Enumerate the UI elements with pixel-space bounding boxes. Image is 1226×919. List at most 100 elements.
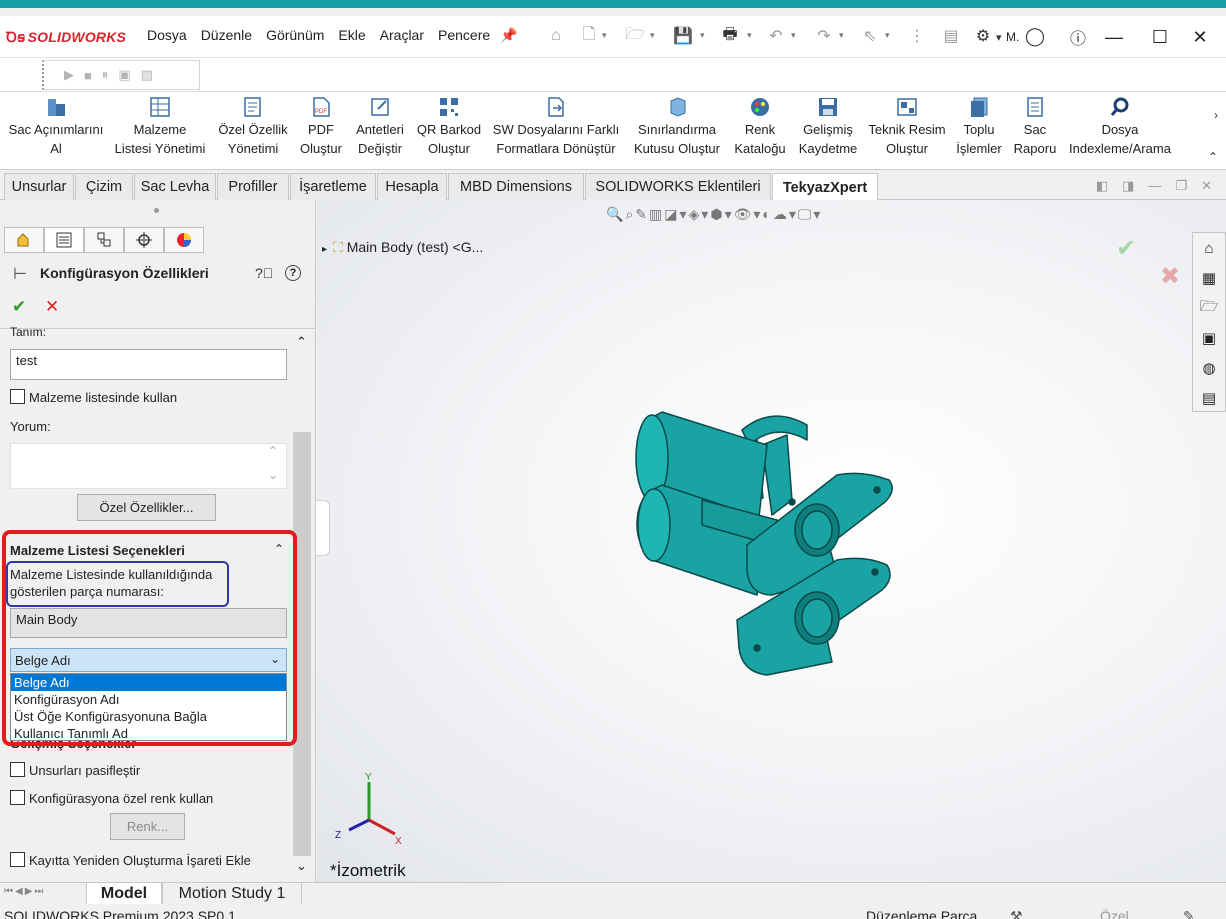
cmd-toplu-islemler[interactable]: Toplu İşlemler <box>952 92 1006 168</box>
file-properties-icon[interactable]: ▤ <box>940 25 962 47</box>
dimxpert-tab-icon[interactable] <box>124 227 164 253</box>
cmd-pdf-olustur[interactable]: PDF PDF Oluştur <box>296 92 346 168</box>
panel-grip[interactable] <box>154 208 159 213</box>
expand-arrow-icon[interactable]: ▸ <box>322 244 327 255</box>
restore-doc-icon[interactable]: ❐ <box>1175 178 1187 194</box>
design-library-icon[interactable]: ▦ <box>1193 263 1225 293</box>
stop-icon[interactable]: ■ <box>84 68 92 83</box>
tab-cizim[interactable]: Çizim <box>75 173 133 200</box>
tab-solidworks-eklentileri[interactable]: SOLIDWORKS Eklentileri <box>585 173 771 200</box>
tab-unsurlar[interactable]: Unsurlar <box>4 173 74 200</box>
chevron-up-icon[interactable]: ⌃ <box>268 444 278 458</box>
print-icon[interactable]: 🖶 <box>719 25 741 47</box>
view-settings-icon[interactable]: 🖵 <box>798 206 812 223</box>
tab-model[interactable]: Model <box>86 883 162 905</box>
display-style-icon[interactable]: ⬢ <box>710 206 722 223</box>
chevron-right-icon[interactable]: › <box>1214 108 1218 122</box>
configurationmanager-tab-icon[interactable] <box>84 227 124 253</box>
undo-icon[interactable]: ↶ <box>765 25 787 47</box>
appearance-icon[interactable]: ◐ <box>762 206 770 223</box>
chevron-down-icon[interactable]: ▾ <box>747 30 752 41</box>
previous-view-icon[interactable]: ✎ <box>635 206 647 223</box>
save-icon[interactable]: 💾 <box>672 25 694 47</box>
scene-icon[interactable]: ☁ <box>773 206 787 223</box>
tab-motion-study-1[interactable]: Motion Study 1 <box>162 883 302 905</box>
cmd-sac-acinimlari[interactable]: Sac Açınımlarını Al <box>4 92 108 168</box>
cmd-ozel-ozellik[interactable]: Özel Özellik Yönetimi <box>212 92 294 168</box>
status-rebuild-icon[interactable]: ⚒ <box>1010 908 1023 919</box>
home-icon[interactable]: ⌂ <box>545 25 567 47</box>
solidworks-logo[interactable]: Ꝺꞩ SOLIDWORKS <box>6 28 126 47</box>
flyout-featuremanager[interactable]: ▸ ⛶ Main Body (test) <G... <box>322 239 483 256</box>
confirm-check-icon[interactable]: ✔ <box>1116 234 1136 263</box>
tree-item-main-body[interactable]: Main Body (test) <G... <box>347 239 484 255</box>
cmd-malzeme-listesi[interactable]: Malzeme Listesi Yönetimi <box>110 92 210 168</box>
dynamic-annotation-icon[interactable]: ◪ <box>664 206 677 223</box>
display-manager-tab-icon[interactable] <box>164 227 204 253</box>
config-color-checkbox[interactable] <box>10 790 25 805</box>
help-icon[interactable]: ? <box>285 265 301 281</box>
chevron-down-icon[interactable]: ▾ <box>813 206 820 223</box>
menu-dosya[interactable]: Dosya <box>140 27 194 43</box>
new-document-icon[interactable]: 🗋 <box>578 25 600 47</box>
suppress-features-checkbox[interactable] <box>10 762 25 777</box>
cmd-antetleri-degistir[interactable]: Antetleri Değiştir <box>350 92 410 168</box>
menu-araclar[interactable]: Araçlar <box>373 27 431 43</box>
select-arrow-icon[interactable]: ⇖ <box>859 25 881 47</box>
cmd-format-donustur[interactable]: SW Dosyalarını Farklı Formatlara Dönüştü… <box>488 92 624 168</box>
bom-use-checkbox[interactable] <box>10 389 25 404</box>
redo-icon[interactable]: ↷ <box>813 25 835 47</box>
chevron-down-icon[interactable]: ▾ <box>602 30 607 41</box>
tab-profiller[interactable]: Profiller <box>217 173 289 200</box>
tile-right-icon[interactable]: ◨ <box>1122 178 1134 194</box>
cmd-sac-raporu[interactable]: Sac Raporu <box>1008 92 1062 168</box>
part-model[interactable] <box>317 200 1226 882</box>
chevron-down-icon[interactable]: ▾ <box>789 206 796 223</box>
rebuild-mark-checkbox[interactable] <box>10 852 25 867</box>
hide-show-icon[interactable]: 👁 <box>734 206 752 223</box>
custom-properties-button[interactable]: Özel Özellikler... <box>77 494 216 521</box>
status-units[interactable]: Özel <box>1100 908 1129 919</box>
color-button[interactable]: Renk... <box>110 813 185 840</box>
tab-hesapla[interactable]: Hesapla <box>377 173 447 200</box>
chevron-down-icon[interactable]: ▾ <box>996 31 1002 44</box>
macro-new-icon[interactable]: ▧ <box>141 67 153 83</box>
next-tab-icon[interactable]: ▶ <box>25 886 33 897</box>
account-icon[interactable]: ◯ <box>1024 25 1046 47</box>
chevron-up-icon[interactable]: ⌃ <box>296 334 307 350</box>
section-view-icon[interactable]: ▥ <box>649 206 662 223</box>
chevron-down-icon[interactable]: ▾ <box>839 30 844 41</box>
chevron-down-icon[interactable]: ▾ <box>650 30 655 41</box>
first-tab-icon[interactable]: ⏮ <box>4 886 13 897</box>
prev-tab-icon[interactable]: ◀ <box>15 886 23 897</box>
featuremanager-tab-icon[interactable] <box>4 227 44 253</box>
cmd-dosya-indexleme[interactable]: Dosya Indexleme/Arama <box>1064 92 1176 168</box>
help-icon[interactable]: ⓘ <box>1064 24 1092 50</box>
chevron-down-icon[interactable]: ▾ <box>753 206 760 223</box>
tab-mbd-dimensions[interactable]: MBD Dimensions <box>448 173 584 200</box>
chevron-down-icon[interactable]: ▾ <box>679 206 686 223</box>
maximize-button[interactable]: ☐ <box>1146 24 1174 50</box>
last-tab-icon[interactable]: ⏭ <box>34 886 43 897</box>
menu-pencere[interactable]: Pencere <box>431 27 497 43</box>
file-explorer-icon[interactable]: 🗁 <box>1193 293 1225 323</box>
chevron-down-icon[interactable]: ▾ <box>701 206 708 223</box>
cmd-gelismis-kaydetme[interactable]: Gelişmiş Kaydetme <box>793 92 863 168</box>
menu-duzenle[interactable]: Düzenle <box>194 27 259 43</box>
panel-collapse-handle[interactable] <box>316 500 330 556</box>
zoom-to-fit-icon[interactable]: 🔍 <box>606 206 623 223</box>
chevron-up-icon[interactable]: ⌃ <box>1208 150 1218 164</box>
yorum-textarea[interactable] <box>10 443 287 489</box>
detail-help-icon[interactable]: ?⃝ <box>255 265 273 281</box>
tab-isaretleme[interactable]: İşaretleme <box>290 173 376 200</box>
pin-icon[interactable]: 📌 <box>500 27 517 44</box>
minimize-button[interactable]: — <box>1100 24 1128 50</box>
close-doc-icon[interactable]: ✕ <box>1201 178 1212 194</box>
home-icon[interactable]: ⌂ <box>1193 233 1225 263</box>
tab-sac-levha[interactable]: Sac Levha <box>134 173 216 200</box>
pause-icon[interactable]: ⏸ <box>102 67 109 83</box>
zoom-area-icon[interactable]: ⌕ <box>625 206 633 223</box>
custom-properties-icon[interactable]: ▤ <box>1193 383 1225 413</box>
cmd-teknik-resim[interactable]: Teknik Resim Oluştur <box>865 92 949 168</box>
ok-check-button[interactable]: ✔ <box>12 297 26 317</box>
